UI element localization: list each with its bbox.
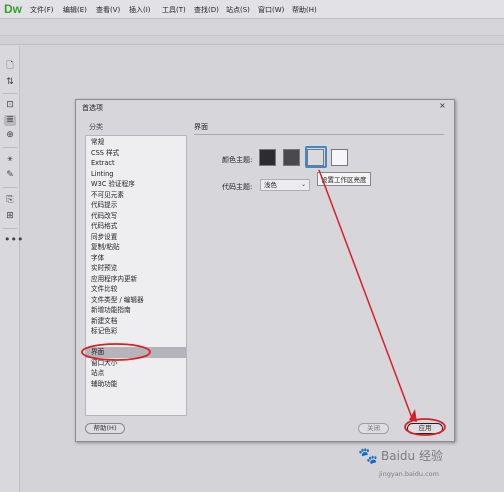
chevron-down-icon: ⌄: [300, 181, 306, 188]
watermark-url: jingyan.baidu.com: [379, 470, 439, 478]
close-icon[interactable]: ×: [439, 101, 447, 110]
menu-site[interactable]: 站点(S): [226, 5, 250, 15]
category-item[interactable]: 窗口大小: [86, 358, 186, 369]
sort-icon[interactable]: ⇅: [4, 77, 16, 88]
color-theme-label: 颜色主题:: [222, 156, 253, 164]
menu-tools[interactable]: 工具(T): [162, 5, 186, 15]
code-theme-value: 浅色: [264, 181, 277, 189]
menu-edit[interactable]: 编辑(E): [63, 5, 87, 15]
menu-insert[interactable]: 插入(I): [129, 5, 151, 15]
section-divider: [194, 134, 444, 135]
category-item[interactable]: 站点: [86, 368, 186, 379]
swatch-dark[interactable]: [283, 149, 300, 166]
category-item[interactable]: 代码提示: [86, 200, 186, 211]
wand-icon[interactable]: ⚹: [4, 154, 16, 165]
apply-button[interactable]: 应用: [407, 423, 443, 434]
category-item[interactable]: 代码格式: [86, 221, 186, 232]
menu-find[interactable]: 查找(D): [194, 5, 219, 15]
brush-icon[interactable]: ✎: [4, 170, 16, 181]
help-button[interactable]: 帮助(H): [85, 423, 125, 434]
code-theme-select[interactable]: 浅色 ⌄: [260, 179, 310, 191]
category-item-selected[interactable]: 界面: [86, 347, 186, 358]
code-theme-label: 代码主题:: [222, 183, 253, 191]
category-label: 分类: [89, 123, 103, 131]
category-item[interactable]: 应用程序内更新: [86, 274, 186, 285]
category-item[interactable]: 新增功能指南: [86, 305, 186, 316]
code-nav-icon[interactable]: ≣: [4, 115, 16, 126]
watermark-text: Baidu 经验: [381, 449, 443, 463]
category-list[interactable]: 常规 CSS 样式 Extract Linting W3C 验证程序 不可见元素…: [85, 135, 187, 416]
category-item[interactable]: 文件比较: [86, 284, 186, 295]
more-icon[interactable]: •••: [4, 234, 23, 245]
file-icon[interactable]: 🗋: [4, 61, 16, 72]
toolbar-divider: [3, 187, 17, 188]
dreamweaver-logo: Dw: [4, 2, 22, 16]
document-bar: [0, 20, 504, 36]
toolbar-divider: [3, 147, 17, 148]
category-item[interactable]: 不可见元素: [86, 190, 186, 201]
menu-file[interactable]: 文件(F): [30, 5, 54, 15]
swatch-selection-ring: [305, 146, 327, 168]
menu-window[interactable]: 窗口(W): [258, 5, 284, 15]
panel-icon[interactable]: ⊞: [4, 211, 16, 222]
preferences-dialog: 首选项 × 分类 常规 CSS 样式 Extract Linting W3C 验…: [75, 99, 455, 442]
category-item[interactable]: 文件类型 / 编辑器: [86, 295, 186, 306]
category-item[interactable]: 新建文档: [86, 316, 186, 327]
left-toolbar: 🗋 ⇅ ⊡ ≣ ⊕ ⚹ ✎ ⎘ ⊞ •••: [0, 46, 23, 492]
swatch-darkest[interactable]: [259, 149, 276, 166]
toolbar-divider: [3, 228, 17, 229]
category-item[interactable]: 辅助功能: [86, 379, 186, 390]
category-item[interactable]: 复制/粘贴: [86, 242, 186, 253]
tooltip: 设置工作区亮度: [317, 172, 371, 186]
swatch-lightest[interactable]: [331, 149, 348, 166]
category-item[interactable]: CSS 样式: [86, 148, 186, 159]
category-item[interactable]: Linting: [86, 169, 186, 180]
category-item[interactable]: Extract: [86, 158, 186, 169]
menu-view[interactable]: 查看(V): [96, 5, 120, 15]
category-item[interactable]: 标记色彩: [86, 326, 186, 337]
dialog-title: 首选项: [82, 104, 103, 112]
toolbar-divider: [3, 93, 17, 94]
category-item[interactable]: W3C 验证程序: [86, 179, 186, 190]
category-item[interactable]: 代码改写: [86, 211, 186, 222]
category-item[interactable]: 实时预览: [86, 263, 186, 274]
baidu-paw-logo: 🐾: [358, 446, 378, 465]
close-button[interactable]: 关闭: [358, 423, 389, 434]
ruler: [0, 37, 504, 45]
category-item[interactable]: 字体: [86, 253, 186, 264]
inspect-icon[interactable]: ⊡: [4, 100, 16, 111]
menu-bar: Dw 文件(F) 编辑(E) 查看(V) 插入(I) 工具(T) 查找(D) 站…: [0, 0, 504, 19]
menu-help[interactable]: 帮助(H): [292, 5, 317, 15]
target-icon[interactable]: ⊕: [4, 130, 16, 141]
section-title: 界面: [194, 123, 208, 131]
category-item[interactable]: 同步设置: [86, 232, 186, 243]
snippet-icon[interactable]: ⎘: [4, 195, 16, 206]
category-item[interactable]: 常规: [86, 137, 186, 148]
